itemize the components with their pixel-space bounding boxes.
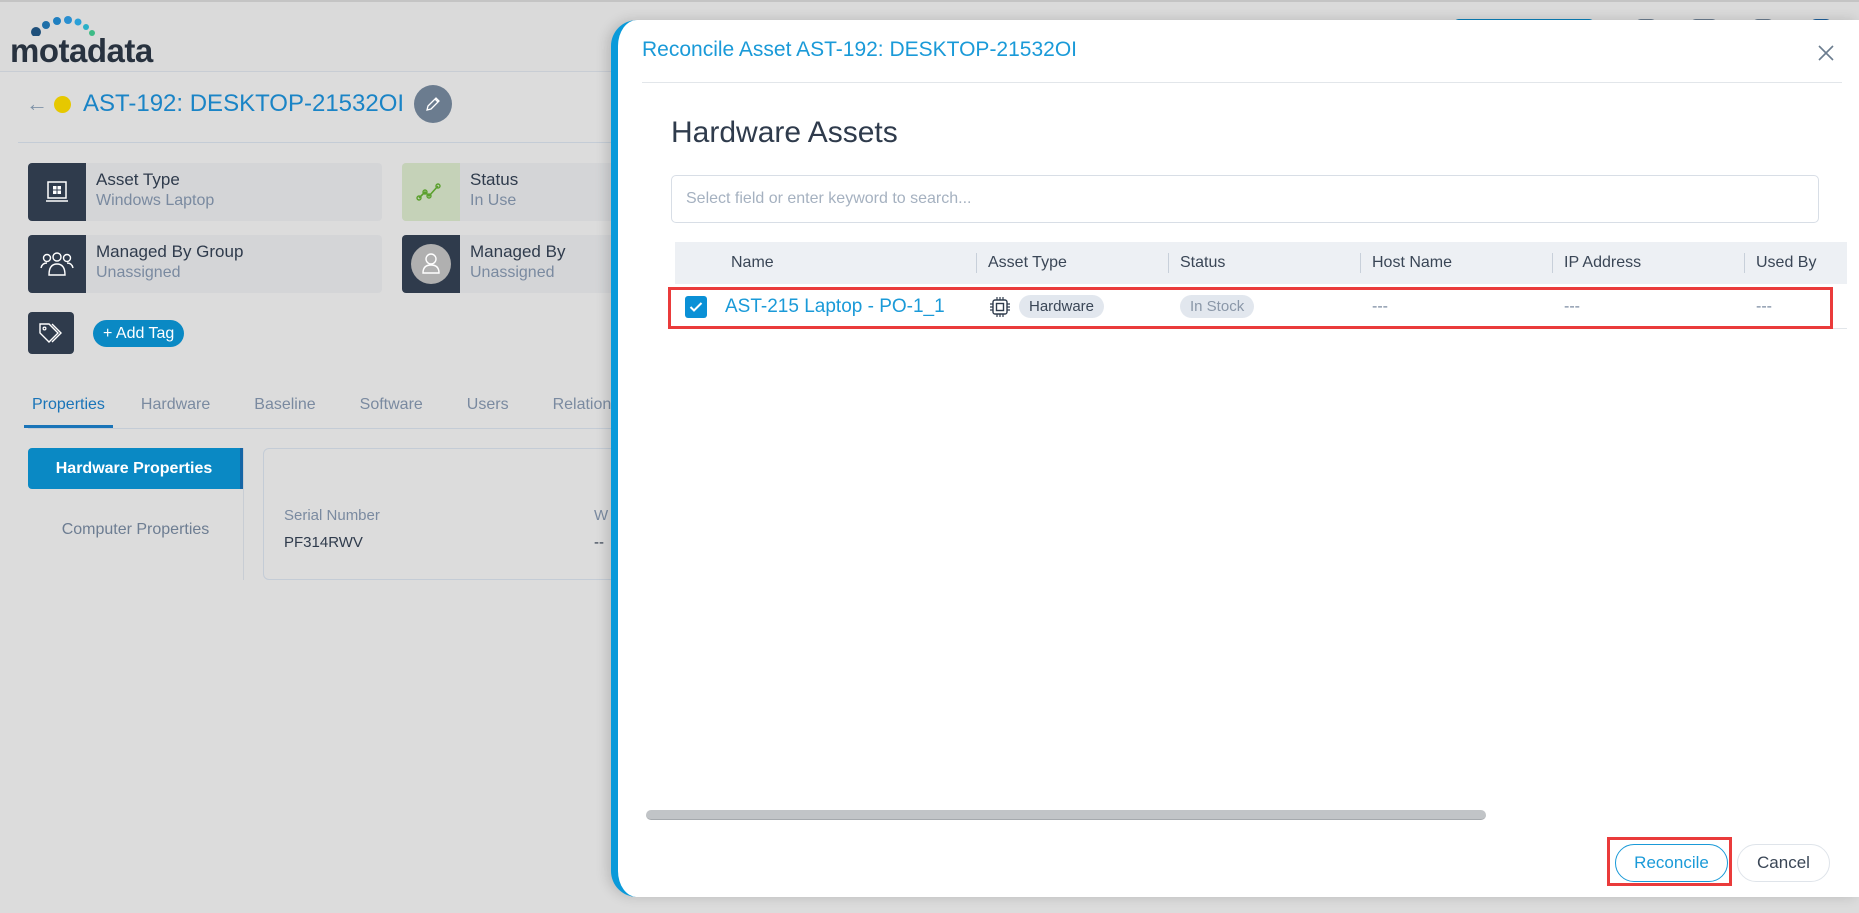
card-value: In Use xyxy=(470,192,517,209)
column-header-label: Used By xyxy=(1756,254,1817,271)
table-row[interactable]: AST-215 Laptop - PO-1_1 Hardware In Stoc… xyxy=(675,285,1847,329)
ip-address-value: --- xyxy=(1564,297,1580,315)
tabs-divider xyxy=(28,428,618,429)
properties-panel: Serial Number PF314RWV W -- xyxy=(263,448,643,580)
section-title: Hardware Assets xyxy=(671,116,898,149)
side-nav-hardware-properties[interactable]: Hardware Properties xyxy=(28,448,243,489)
edit-button[interactable] xyxy=(414,85,453,123)
windows-laptop-icon xyxy=(28,163,86,221)
asset-name-link[interactable]: AST-215 Laptop - PO-1_1 xyxy=(725,296,945,318)
logo-text: motadata xyxy=(10,32,153,69)
tab-baseline[interactable]: Baseline xyxy=(246,392,323,428)
column-header-label: Status xyxy=(1180,254,1226,271)
status-card: Status In Use xyxy=(402,163,632,221)
tag-icon xyxy=(28,312,74,354)
asset-type-badge: Hardware xyxy=(1019,295,1105,318)
column-header-name[interactable]: Name xyxy=(725,242,976,284)
close-button[interactable] xyxy=(1815,42,1837,64)
tab-properties[interactable]: Properties xyxy=(24,392,113,428)
property-value: -- xyxy=(594,534,604,551)
asset-title-row: ← AST-192: DESKTOP-21532OI xyxy=(26,85,453,123)
pencil-icon xyxy=(426,97,440,111)
reconcile-asset-modal: Reconcile Asset AST-192: DESKTOP-21532OI… xyxy=(611,20,1859,897)
property-label: W xyxy=(594,507,609,524)
asset-type-card: Asset Type Windows Laptop xyxy=(28,163,382,221)
search-input[interactable] xyxy=(671,175,1819,223)
motadata-logo[interactable]: motadata xyxy=(10,16,170,69)
managed-by-group-card: Managed By Group Unassigned xyxy=(28,235,382,293)
column-header-ip-address[interactable]: IP Address xyxy=(1552,242,1744,284)
tab-software[interactable]: Software xyxy=(352,392,431,428)
status-indicator-dot xyxy=(54,95,71,113)
card-value: Unassigned xyxy=(470,264,555,281)
column-header-status[interactable]: Status xyxy=(1168,242,1360,284)
status-trend-icon xyxy=(402,163,460,221)
divider xyxy=(18,142,618,143)
hardware-assets-table: Name Asset Type Status Host Name IP Addr… xyxy=(675,242,1847,329)
column-header-label: IP Address xyxy=(1564,254,1642,271)
column-select xyxy=(675,242,725,284)
status-badge: In Stock xyxy=(1180,295,1255,318)
checkmark-icon xyxy=(689,301,703,312)
property-label: Serial Number xyxy=(284,507,380,524)
side-nav-computer-properties[interactable]: Computer Properties xyxy=(28,509,243,550)
card-label: Status xyxy=(470,170,519,189)
card-value: Unassigned xyxy=(96,264,181,281)
card-label: Managed By Group xyxy=(96,242,244,261)
tab-hardware[interactable]: Hardware xyxy=(133,392,218,428)
table-header: Name Asset Type Status Host Name IP Addr… xyxy=(675,242,1847,284)
cancel-button[interactable]: Cancel xyxy=(1737,844,1830,882)
tab-users[interactable]: Users xyxy=(459,392,517,428)
close-icon xyxy=(1818,45,1834,61)
card-label: Managed By xyxy=(470,242,566,261)
row-checkbox[interactable] xyxy=(685,295,707,318)
horizontal-scrollbar[interactable] xyxy=(646,810,1486,820)
user-avatar-icon xyxy=(402,235,460,293)
hardware-chip-icon xyxy=(990,296,1010,317)
column-header-host-name[interactable]: Host Name xyxy=(1360,242,1552,284)
column-header-label: Asset Type xyxy=(988,254,1067,271)
column-header-asset-type[interactable]: Asset Type xyxy=(976,242,1168,284)
group-icon xyxy=(28,235,86,293)
back-arrow-icon[interactable]: ← xyxy=(26,91,54,117)
column-header-label: Host Name xyxy=(1372,254,1453,271)
reconcile-button[interactable]: Reconcile xyxy=(1615,844,1728,882)
host-name-value: --- xyxy=(1372,297,1388,315)
used-by-value: --- xyxy=(1756,297,1772,315)
asset-tabs: Properties Hardware Baseline Software Us… xyxy=(24,392,685,428)
column-header-used-by[interactable]: Used By xyxy=(1744,242,1847,284)
modal-divider xyxy=(642,82,1842,83)
property-value: PF314RWV xyxy=(284,534,363,551)
properties-side-nav: Hardware Properties Computer Properties xyxy=(28,448,244,580)
add-tag-button[interactable]: + Add Tag xyxy=(93,320,185,347)
page-title: AST-192: DESKTOP-21532OI xyxy=(83,90,405,117)
card-label: Asset Type xyxy=(96,170,180,189)
modal-title: Reconcile Asset AST-192: DESKTOP-21532OI xyxy=(642,38,1078,61)
card-value: Windows Laptop xyxy=(96,192,215,209)
managed-by-card: Managed By Unassigned xyxy=(402,235,632,293)
